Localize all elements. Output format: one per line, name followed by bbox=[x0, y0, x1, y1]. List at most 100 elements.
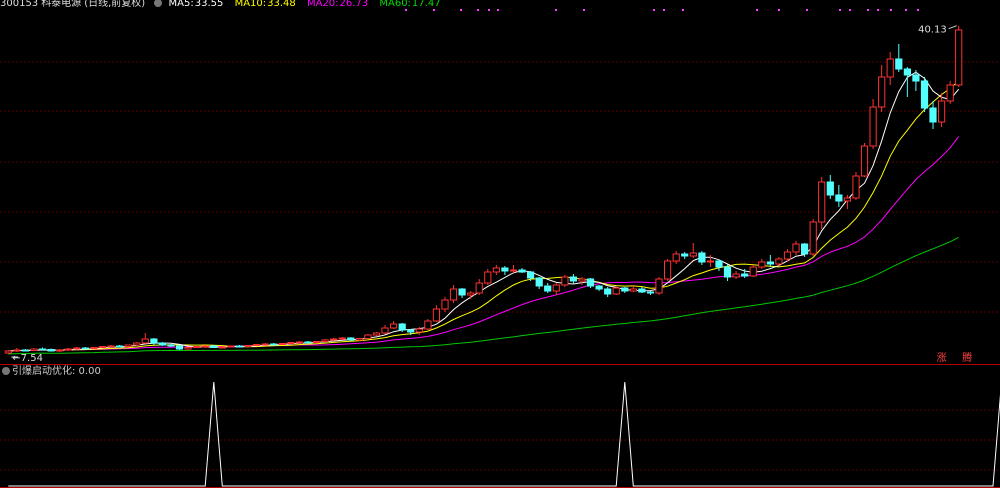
event-marker bbox=[849, 9, 851, 11]
signal-marker: 腾 bbox=[962, 351, 972, 364]
candle-up bbox=[706, 260, 714, 263]
candle-up bbox=[244, 345, 252, 347]
candle-down bbox=[929, 107, 937, 123]
indicator-value: : 0.00 bbox=[72, 366, 101, 377]
candle-down bbox=[235, 345, 244, 348]
candle-up bbox=[484, 271, 492, 284]
ma5-value: 33.55 bbox=[194, 0, 224, 9]
candle-down bbox=[723, 266, 732, 278]
candle-up bbox=[946, 84, 954, 102]
candle-up bbox=[612, 287, 620, 295]
candle-up bbox=[869, 106, 877, 147]
event-marker bbox=[663, 9, 665, 11]
stock-code: 300153 bbox=[0, 0, 39, 9]
candle-up bbox=[860, 145, 869, 177]
candle-down bbox=[569, 276, 577, 282]
candle-up bbox=[492, 267, 500, 273]
candle-down bbox=[398, 323, 406, 331]
candle-up bbox=[818, 181, 826, 223]
event-marker bbox=[477, 9, 479, 11]
ma10-value: 33.48 bbox=[267, 0, 296, 9]
event-marker bbox=[756, 9, 758, 11]
stock-name: 科泰电源 bbox=[41, 0, 82, 9]
candle-up bbox=[295, 341, 303, 344]
candle-down bbox=[458, 288, 466, 296]
candle-up bbox=[449, 288, 458, 301]
candle-up bbox=[56, 349, 64, 352]
candle-up bbox=[809, 221, 817, 255]
candle-down bbox=[21, 349, 29, 352]
candle-down bbox=[646, 291, 655, 294]
candle-down bbox=[920, 80, 929, 109]
candle-down bbox=[681, 253, 689, 257]
candle-up bbox=[390, 323, 398, 329]
ma60-label: MA60: bbox=[379, 0, 411, 9]
candle-up bbox=[886, 58, 894, 78]
candle-up bbox=[509, 269, 518, 272]
candle-down bbox=[407, 329, 415, 333]
candle-up bbox=[655, 278, 663, 294]
candle-down bbox=[835, 194, 843, 202]
candle-down bbox=[501, 267, 509, 272]
candle-down bbox=[38, 348, 47, 351]
candle-up bbox=[475, 282, 483, 294]
candle-up bbox=[4, 350, 12, 354]
low-price-label: ←7.54 bbox=[12, 353, 43, 364]
candle-up bbox=[312, 341, 321, 343]
candle-down bbox=[175, 345, 184, 350]
settings-dot-icon[interactable] bbox=[154, 0, 163, 7]
candle-up bbox=[90, 347, 98, 349]
event-marker bbox=[806, 9, 808, 11]
candle-up bbox=[253, 344, 261, 346]
candle-down bbox=[741, 273, 749, 277]
event-marker bbox=[839, 9, 841, 11]
candle-up bbox=[261, 343, 269, 346]
candle-up bbox=[432, 308, 440, 322]
event-marker bbox=[460, 9, 462, 11]
candle-down bbox=[586, 278, 595, 287]
candle-up bbox=[775, 258, 783, 265]
candle-up bbox=[878, 76, 886, 108]
ma60-value: 17.47 bbox=[411, 0, 441, 9]
event-marker bbox=[867, 9, 869, 11]
candle-down bbox=[638, 288, 646, 293]
candle-down bbox=[621, 287, 629, 292]
candle-up bbox=[30, 348, 38, 351]
candle-up bbox=[672, 253, 680, 262]
candle-down bbox=[604, 288, 612, 295]
candle-down bbox=[766, 261, 774, 265]
candle-up bbox=[561, 276, 569, 286]
candle-up bbox=[578, 278, 586, 282]
candle-up bbox=[664, 260, 672, 280]
candle-down bbox=[903, 68, 911, 76]
candle-up bbox=[287, 342, 295, 344]
high-pointer bbox=[948, 25, 957, 30]
candle-down bbox=[116, 345, 124, 348]
candle-up bbox=[321, 339, 329, 342]
candle-up bbox=[64, 348, 72, 351]
candle-up bbox=[330, 338, 338, 341]
event-marker bbox=[583, 9, 585, 11]
candle-down bbox=[270, 343, 278, 346]
candle-up bbox=[13, 349, 21, 352]
ma20-value: 26.73 bbox=[339, 0, 369, 9]
indicator-dot-icon[interactable] bbox=[2, 367, 10, 375]
candle-down bbox=[81, 347, 90, 350]
candle-up bbox=[107, 345, 115, 348]
event-marker bbox=[555, 9, 557, 11]
candle-down bbox=[167, 344, 175, 347]
event-marker bbox=[682, 9, 684, 11]
ma10-line bbox=[8, 80, 960, 352]
candle-up bbox=[689, 252, 697, 257]
candle-down bbox=[912, 74, 920, 82]
candle-up bbox=[124, 344, 132, 347]
kline-chart[interactable]: 40.13 ←7.54 涨 腾 bbox=[0, 0, 1000, 488]
candle-up bbox=[843, 197, 851, 202]
event-marker bbox=[497, 9, 499, 11]
candle-down bbox=[518, 269, 526, 273]
candle-up bbox=[184, 347, 192, 350]
candle-down bbox=[535, 277, 543, 287]
candle-up bbox=[415, 328, 423, 333]
candle-up bbox=[73, 347, 81, 350]
candle-up bbox=[278, 343, 286, 345]
